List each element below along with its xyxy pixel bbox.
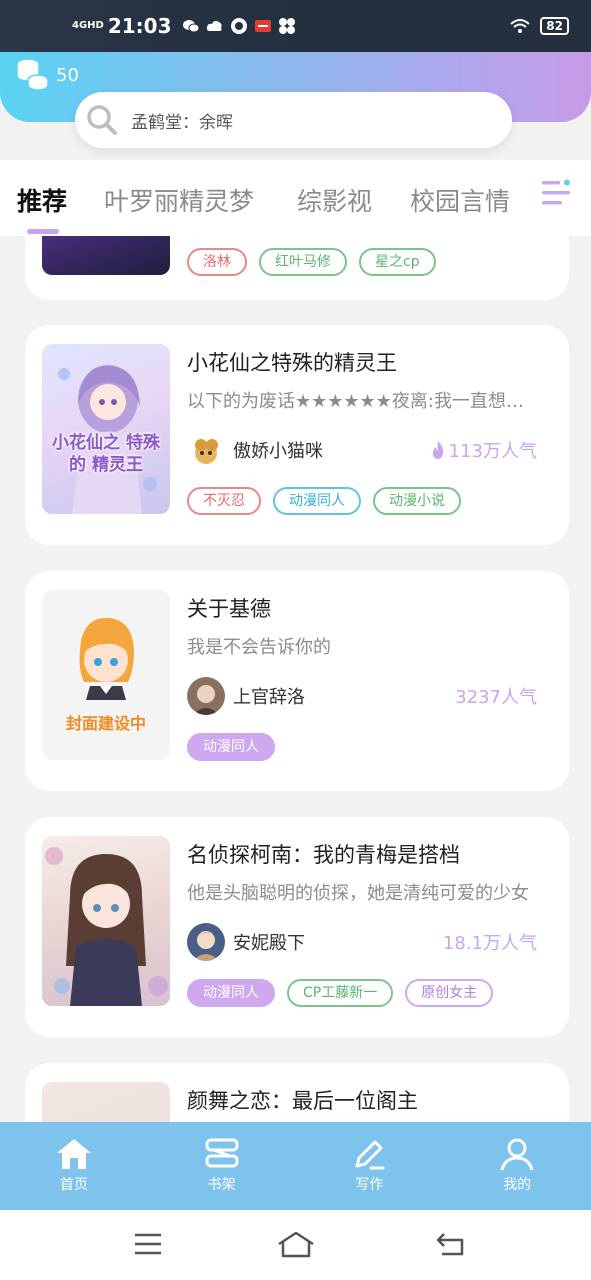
cover-placeholder-text: 封面建设中	[65, 714, 146, 733]
category-tabs: 推荐 叶罗丽精灵梦 综影视 校园言情	[0, 160, 591, 236]
search-placeholder: 孟鹤堂：余晖	[131, 112, 233, 133]
book-cover	[42, 236, 170, 275]
book-title[interactable]: 关于基德	[187, 593, 271, 623]
book-description: 我是不会告诉你的	[187, 637, 331, 658]
popularity: 3237人气	[455, 683, 537, 709]
book-cover	[42, 836, 170, 1006]
bottom-navigation: 首页 书架 写作 我的	[0, 1122, 591, 1210]
tab-campus-romance[interactable]: 校园言情	[410, 182, 510, 218]
bookshelf-icon	[205, 1138, 239, 1168]
book-tags: 动漫同人 CP工藤新一 原创女主	[187, 979, 494, 1007]
category-menu-icon[interactable]	[540, 178, 574, 210]
nav-profile[interactable]: 我的	[443, 1122, 591, 1210]
status-time: 21:03	[107, 14, 172, 38]
tab-yeluoli[interactable]: 叶罗丽精灵梦	[104, 182, 254, 218]
nav-bookshelf[interactable]: 书架	[148, 1122, 296, 1210]
system-navigation-bar	[0, 1210, 591, 1280]
coin-count: 50	[56, 64, 79, 86]
book-cover	[42, 1082, 170, 1124]
tag[interactable]: 动漫同人	[187, 733, 275, 761]
news-app-icon	[254, 20, 271, 32]
app-icon	[230, 18, 247, 34]
cover-title: 小花仙之 特殊的 精灵王	[52, 433, 160, 475]
author-name[interactable]: 安妮殿下	[233, 929, 305, 955]
author-name[interactable]: 傲娇小猫咪	[233, 437, 323, 463]
back-icon[interactable]	[434, 1230, 468, 1258]
coin-balance[interactable]: 50	[14, 58, 79, 92]
coins-icon	[16, 58, 49, 91]
book-title[interactable]: 小花仙之特殊的精灵王	[187, 347, 397, 377]
fan-icon	[278, 18, 295, 34]
user-icon	[500, 1138, 534, 1171]
author-row: 上官辞洛 3237人气	[187, 676, 537, 716]
book-cover: 封面建设中	[42, 590, 170, 760]
tab-film-tv[interactable]: 综影视	[297, 182, 372, 218]
book-tags: 动漫同人	[187, 733, 275, 761]
flame-icon	[432, 441, 443, 459]
book-title[interactable]: 颜舞之恋：最后一位阁主	[187, 1085, 418, 1115]
book-card[interactable]: 封面建设中 关于基德 我是不会告诉你的 上官辞洛 3237人气 动漫同人	[25, 571, 569, 791]
nav-home[interactable]: 首页	[0, 1122, 148, 1210]
book-list: 洛林 红叶马修 星之cp 小花仙之 特殊的 精灵王 小花仙之特殊的精灵王 以下的…	[0, 236, 591, 1124]
tag[interactable]: 洛林	[187, 248, 247, 276]
status-bar: 4GHD 21:03 82	[0, 0, 591, 52]
tag[interactable]: 动漫同人	[187, 979, 275, 1007]
author-avatar[interactable]	[187, 923, 225, 961]
book-description: 他是头脑聪明的侦探，她是清纯可爱的少女	[187, 883, 529, 904]
tag[interactable]: 动漫小说	[373, 487, 461, 515]
nav-write-label: 写作	[355, 1177, 384, 1193]
popularity-count: 113万人气	[448, 441, 537, 462]
home-button-icon[interactable]	[276, 1230, 316, 1260]
wechat-icon	[182, 20, 200, 33]
active-tab-indicator	[27, 229, 59, 234]
book-card[interactable]: 名侦探柯南：我的青梅是搭档 他是头脑聪明的侦探，她是清纯可爱的少女 安妮殿下 1…	[25, 817, 569, 1037]
popularity-count: 3237人气	[455, 687, 537, 708]
cloud-icon	[206, 20, 222, 31]
menu-icon[interactable]	[133, 1230, 163, 1258]
wifi-icon	[510, 19, 530, 33]
tag[interactable]: 星之cp	[359, 248, 436, 276]
nav-profile-label: 我的	[503, 1177, 532, 1193]
author-row: 傲娇小猫咪 113万人气	[187, 430, 537, 470]
book-cover: 小花仙之 特殊的 精灵王	[42, 344, 170, 514]
tag[interactable]: 动漫同人	[273, 487, 361, 515]
author-row: 安妮殿下 18.1万人气	[187, 922, 537, 962]
book-description: 以下的为废话★★★★★★夜离:我一直想写小花仙的同人	[187, 391, 539, 412]
cover-illustration	[58, 365, 157, 514]
pen-icon	[355, 1140, 385, 1170]
network-indicator: 4GHD	[72, 20, 104, 31]
tag[interactable]: 原创女主	[405, 979, 494, 1007]
book-card[interactable]: 洛林 红叶马修 星之cp	[25, 236, 569, 300]
search-input[interactable]: 孟鹤堂：余晖	[75, 92, 512, 148]
cover-illustration	[45, 847, 168, 1006]
tag[interactable]: 不灭忍	[187, 487, 261, 515]
author-name[interactable]: 上官辞洛	[233, 683, 305, 709]
placeholder-illustration	[79, 618, 134, 700]
popularity: 18.1万人气	[443, 929, 537, 955]
nav-write[interactable]: 写作	[296, 1122, 444, 1210]
book-tags: 不灭忍 动漫同人 动漫小说	[187, 487, 461, 515]
nav-bookshelf-label: 书架	[207, 1177, 236, 1193]
book-card[interactable]: 小花仙之 特殊的 精灵王 小花仙之特殊的精灵王 以下的为废话★★★★★★夜离:我…	[25, 325, 569, 545]
battery-icon: 82	[540, 17, 569, 35]
search-icon	[87, 105, 117, 135]
popularity-count: 18.1万人气	[442, 933, 537, 954]
book-tags: 洛林 红叶马修 星之cp	[187, 248, 436, 276]
book-title[interactable]: 名侦探柯南：我的青梅是搭档	[187, 839, 460, 869]
tab-recommend[interactable]: 推荐	[17, 182, 67, 218]
tag[interactable]: 红叶马修	[259, 248, 347, 276]
book-card[interactable]: 颜舞之恋：最后一位阁主	[25, 1063, 569, 1124]
home-icon	[56, 1139, 91, 1169]
author-avatar[interactable]	[187, 677, 225, 715]
author-avatar[interactable]	[187, 431, 225, 469]
popularity: 113万人气	[430, 437, 537, 463]
tag[interactable]: CP工藤新一	[287, 979, 394, 1007]
nav-home-label: 首页	[59, 1177, 88, 1193]
